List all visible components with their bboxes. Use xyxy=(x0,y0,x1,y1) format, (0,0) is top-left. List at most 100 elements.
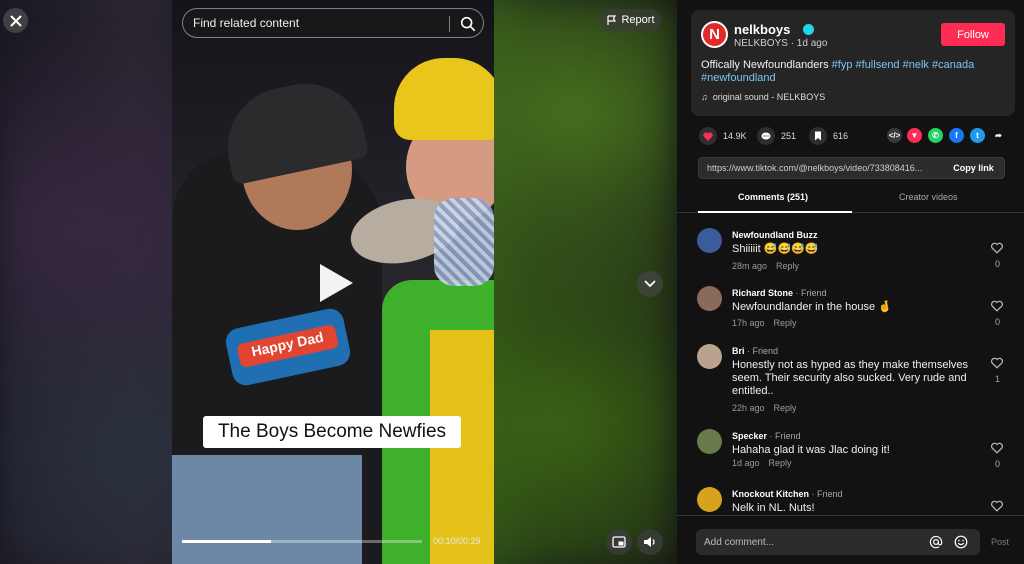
video-caption: The Boys Become Newfies xyxy=(203,416,461,448)
comment-item: Newfoundland Buzz Shiiiiit 😅😅😅😅 28m ago Rep… xyxy=(677,222,1024,280)
comment-item: Bri · Friend Honestly not as hyped as the… xyxy=(677,338,1024,413)
search-icon[interactable] xyxy=(459,15,477,33)
commenter-name[interactable]: Newfoundland Buzz xyxy=(732,230,818,240)
search-bar[interactable] xyxy=(182,8,484,38)
video-description: Offically Newfoundlanders #fyp #fullsend… xyxy=(701,59,1001,85)
comment-text: Newfoundlander in the house 🤞 xyxy=(732,301,892,313)
floating-player-button[interactable] xyxy=(606,529,632,555)
comment-icon xyxy=(757,127,775,145)
video-url[interactable]: https://www.tiktok.com/@nelkboys/video/7… xyxy=(707,163,939,173)
friend-label: · Friend xyxy=(809,489,843,499)
comment-item: Specker · Friend Hahaha glad it was Jlac … xyxy=(677,423,1024,481)
send-to-friends-icon[interactable]: ▼ xyxy=(907,128,922,143)
follow-button[interactable]: Follow xyxy=(941,23,1005,46)
like-comment-icon[interactable] xyxy=(991,242,1003,254)
commenter-avatar[interactable] xyxy=(697,228,722,253)
copy-link-button[interactable]: Copy link xyxy=(943,158,1004,178)
volume-button[interactable] xyxy=(637,529,663,555)
comment-item: Knockout Kitchen · Friend Nelk in NL. Nut… xyxy=(677,481,1024,514)
progress-fill xyxy=(182,540,271,543)
comment-count: 251 xyxy=(781,131,797,141)
commenter-avatar[interactable] xyxy=(697,429,722,454)
like-stat[interactable]: 14.9K xyxy=(699,126,747,146)
friend-label: · Friend xyxy=(744,346,779,356)
commenter-name[interactable]: Bri · Friend xyxy=(732,346,778,356)
comment-time: 28m ago xyxy=(732,261,768,271)
comment-item: Richard Stone · Friend Newfoundlander in … xyxy=(677,280,1024,338)
mention-icon[interactable] xyxy=(929,535,943,549)
embed-icon[interactable]: </> xyxy=(887,128,902,143)
commenter-avatar[interactable] xyxy=(697,487,722,512)
comment-like-count: 1 xyxy=(995,374,1001,384)
author-name[interactable]: nelkboys xyxy=(734,22,790,37)
friend-label: · Friend xyxy=(793,288,827,298)
hashtag[interactable]: #newfoundland xyxy=(701,72,776,84)
play-icon[interactable] xyxy=(320,264,353,302)
report-label: Report xyxy=(621,14,655,26)
commenter-name-text: Newfoundland Buzz xyxy=(732,230,818,240)
comment-meta: 28m ago Reply xyxy=(732,261,799,271)
like-comment-icon[interactable] xyxy=(991,357,1003,369)
comment-meta: 22h ago Reply xyxy=(732,403,797,413)
hashtag[interactable]: #nelk xyxy=(903,59,929,71)
facebook-icon[interactable]: f xyxy=(949,128,964,143)
twitter-icon[interactable]: t xyxy=(970,128,985,143)
search-input[interactable] xyxy=(193,13,443,33)
commenter-name[interactable]: Specker · Friend xyxy=(732,431,801,441)
comment-list: Newfoundland Buzz Shiiiiit 😅😅😅😅 28m ago Rep… xyxy=(677,222,1024,514)
post-button[interactable]: Post xyxy=(991,537,1009,547)
reply-button[interactable]: Reply xyxy=(774,318,797,328)
close-button[interactable] xyxy=(3,8,28,33)
mini-player-icon xyxy=(612,536,626,548)
description-text: Offically Newfoundlanders xyxy=(701,59,832,71)
panel-tabs: Comments (251) Creator videos xyxy=(677,187,1024,213)
active-tab-indicator xyxy=(698,211,852,213)
reply-button[interactable]: Reply xyxy=(769,458,792,468)
report-button[interactable]: Report xyxy=(600,9,662,31)
like-comment-icon[interactable] xyxy=(991,500,1003,512)
commenter-name[interactable]: Knockout Kitchen · Friend xyxy=(732,489,843,499)
details-panel: N nelkboys NELKBOYS · 1d ago Follow Offi… xyxy=(677,0,1024,564)
commenter-name-text: Richard Stone xyxy=(732,288,794,298)
commenter-avatar[interactable] xyxy=(697,286,722,311)
tab-comments[interactable]: Comments (251) xyxy=(738,192,808,202)
flag-icon xyxy=(607,14,617,25)
hashtag[interactable]: #fyp xyxy=(832,59,853,71)
add-comment-box[interactable] xyxy=(696,529,980,555)
comment-text: Shiiiiit 😅😅😅😅 xyxy=(732,243,819,255)
comment-like-count: 0 xyxy=(995,459,1001,469)
reply-button[interactable]: Reply xyxy=(774,403,797,413)
emoji-icon[interactable] xyxy=(954,535,968,549)
video-info-card: N nelkboys NELKBOYS · 1d ago Follow Offi… xyxy=(691,10,1015,116)
comment-time: 1d ago xyxy=(732,458,760,468)
save-count: 616 xyxy=(833,131,849,141)
tab-creator-videos[interactable]: Creator videos xyxy=(899,192,958,202)
hashtag[interactable]: #fullsend xyxy=(856,59,900,71)
comment-input[interactable] xyxy=(704,535,924,549)
share-arrow-icon[interactable]: ➦ xyxy=(991,128,1006,143)
commenter-name-text: Knockout Kitchen xyxy=(732,489,810,499)
heart-icon xyxy=(699,127,717,145)
comment-text: Honestly not as hyped as they make thems… xyxy=(732,359,969,397)
tiktok-video-page: Happy Dad The Boys Become Newfies Find r… xyxy=(0,0,1024,564)
save-stat[interactable]: 616 xyxy=(809,126,848,146)
video-stage: Happy Dad The Boys Become Newfies Find r… xyxy=(0,0,677,564)
comment-stat[interactable]: 251 xyxy=(757,126,796,146)
reply-button[interactable]: Reply xyxy=(776,261,799,271)
music-note-icon: ♫ xyxy=(701,92,708,102)
progress-bar[interactable] xyxy=(182,540,422,543)
next-video-button[interactable] xyxy=(637,271,663,297)
commenter-name[interactable]: Richard Stone · Friend xyxy=(732,288,827,298)
commenter-avatar[interactable] xyxy=(697,344,722,369)
jeans xyxy=(172,455,362,564)
author-avatar[interactable]: N xyxy=(701,21,728,48)
hashtag[interactable]: #canada xyxy=(932,59,974,71)
sound-name: original sound - NELKBOYS xyxy=(712,92,826,102)
like-comment-icon[interactable] xyxy=(991,442,1003,454)
yellow-hat xyxy=(394,58,494,140)
whatsapp-icon[interactable]: ✆ xyxy=(928,128,943,143)
like-comment-icon[interactable] xyxy=(991,300,1003,312)
sound-link[interactable]: ♫ original sound - NELKBOYS xyxy=(701,92,825,102)
share-link-box: https://www.tiktok.com/@nelkboys/video/7… xyxy=(698,157,1005,179)
comment-composer: Post xyxy=(677,515,1024,564)
